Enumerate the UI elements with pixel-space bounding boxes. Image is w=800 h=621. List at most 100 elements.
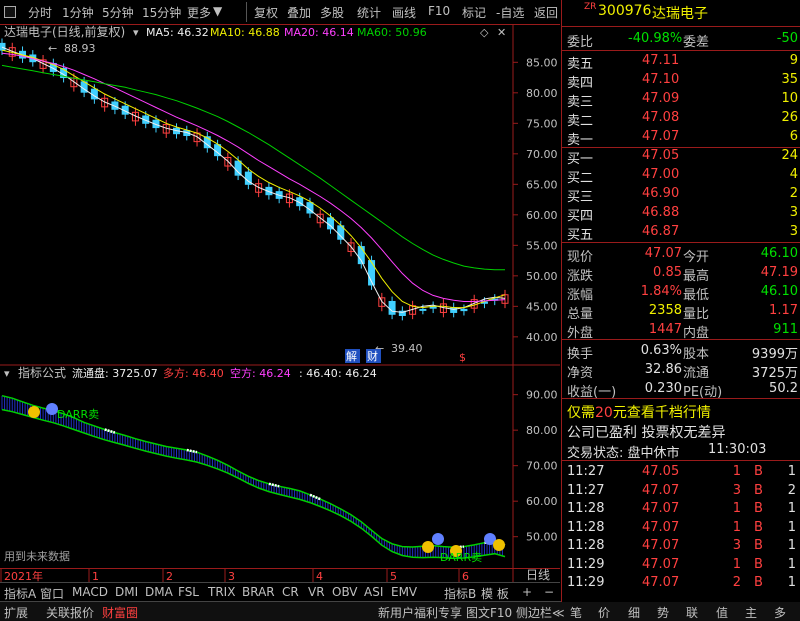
ask-label: 卖三 bbox=[567, 95, 594, 110]
btn-fuquan[interactable]: 复权 bbox=[254, 4, 278, 21]
ask-volume: 35 bbox=[781, 72, 798, 87]
tab-brar[interactable]: BRAR bbox=[242, 585, 275, 599]
tab-shi[interactable]: 势 bbox=[657, 604, 669, 621]
btn-biaoji[interactable]: 标记 bbox=[462, 4, 486, 21]
tick-price: 47.07 bbox=[642, 519, 680, 535]
high-marker: 88.93 bbox=[64, 42, 96, 55]
tab-duo[interactable]: 多 bbox=[774, 604, 786, 621]
tab-15min[interactable]: 15分钟 bbox=[142, 4, 181, 21]
tab-fsl[interactable]: FSL bbox=[178, 585, 199, 599]
btn-fanhui[interactable]: 返回 bbox=[534, 4, 558, 21]
toolbar-checkbox[interactable] bbox=[4, 6, 16, 18]
diamond-icon[interactable]: ◇ bbox=[480, 26, 489, 39]
tab-zhi[interactable]: 值 bbox=[716, 604, 728, 621]
btn-huaxian[interactable]: 画线 bbox=[392, 4, 416, 21]
y-tick-label: 50.00 bbox=[526, 270, 558, 283]
tab-indicator-a[interactable]: 指标A bbox=[4, 585, 36, 602]
tab-indicator-b[interactable]: 指标B bbox=[444, 585, 476, 602]
tab-obv[interactable]: OBV bbox=[332, 585, 358, 599]
bid-label: 买四 bbox=[567, 209, 594, 224]
candle-body bbox=[234, 160, 242, 176]
btn-duogu[interactable]: 多股 bbox=[320, 4, 344, 21]
weibi-label: 委比 bbox=[567, 35, 594, 50]
bid-row[interactable]: 买二 47.00 4 bbox=[562, 166, 800, 186]
weicha-value: -50 bbox=[776, 31, 798, 46]
tab-zhu[interactable]: 主 bbox=[745, 604, 757, 621]
x-axis: 2021年 1 2 3 4 5 6 日线 bbox=[0, 566, 560, 583]
tab-dmi[interactable]: DMI bbox=[115, 585, 138, 599]
tab-extend[interactable]: 扩展 bbox=[4, 604, 28, 621]
tab-template[interactable]: 模 板 bbox=[481, 585, 509, 602]
stat2-value: 50.2 bbox=[769, 381, 798, 396]
tag-dollar[interactable]: $ bbox=[459, 351, 466, 364]
btn-tongji[interactable]: 统计 bbox=[357, 4, 381, 21]
tab-5min[interactable]: 5分钟 bbox=[102, 4, 134, 21]
tab-asi[interactable]: ASI bbox=[364, 585, 383, 599]
tab-1min[interactable]: 1分钟 bbox=[62, 4, 94, 21]
tick-volume: 1 bbox=[732, 501, 741, 516]
tab-macd[interactable]: MACD bbox=[72, 585, 108, 599]
tab-bi[interactable]: 笔 bbox=[570, 604, 582, 621]
close-icon[interactable]: ✕ bbox=[497, 26, 506, 39]
ma20-label: MA20: 46.14 bbox=[284, 26, 354, 39]
ask-row[interactable]: 卖二 47.08 26 bbox=[562, 109, 800, 129]
candle-body bbox=[388, 300, 396, 315]
x-tick-label: 6 bbox=[462, 570, 469, 582]
promo-row[interactable]: 仅需20元查看千档行情 bbox=[562, 401, 800, 421]
stat-value: 0.85 bbox=[653, 265, 682, 280]
tab-jia[interactable]: 价 bbox=[598, 604, 610, 621]
btn-diejia[interactable]: 叠加 bbox=[287, 4, 311, 21]
ask-volume: 9 bbox=[789, 53, 798, 68]
tab-xi[interactable]: 细 bbox=[628, 604, 640, 621]
tab-lian[interactable]: 联 bbox=[686, 604, 698, 621]
ask-row[interactable]: 卖四 47.10 35 bbox=[562, 71, 800, 91]
tab-related-quote[interactable]: 关联报价 bbox=[46, 604, 94, 621]
stat2-value: 3725万 bbox=[751, 366, 798, 381]
tab-emv[interactable]: EMV bbox=[391, 585, 417, 599]
tick-row: 11:28 47.07 1 B 1 bbox=[562, 519, 800, 538]
stock-code: 300976 bbox=[598, 3, 652, 19]
tab-trix[interactable]: TRIX bbox=[208, 585, 235, 599]
weibi-row: 委比 -40.98% 委差 -50 bbox=[562, 30, 800, 50]
indicator-short: 空方: 46.24 bbox=[230, 366, 291, 380]
ask-row[interactable]: 卖三 47.09 10 bbox=[562, 90, 800, 110]
bid-row[interactable]: 买四 46.88 3 bbox=[562, 204, 800, 224]
ask-row[interactable]: 卖五 47.11 9 bbox=[562, 52, 800, 72]
tab-cr[interactable]: CR bbox=[282, 585, 299, 599]
bid-row[interactable]: 买五 46.87 3 bbox=[562, 223, 800, 243]
tick-side: B bbox=[754, 464, 763, 479]
chart-area[interactable]: 达瑞电子(日线,前复权) ▾ MA5: 46.32 MA10: 46.88 MA… bbox=[0, 24, 560, 568]
new-user-promo[interactable]: 新用户福利专享 bbox=[378, 604, 462, 621]
ask-row[interactable]: 卖一 47.07 6 bbox=[562, 128, 800, 148]
tab-dma[interactable]: DMA bbox=[145, 585, 173, 599]
tick-time: 11:28 bbox=[567, 501, 605, 516]
indicator-collapse-icon[interactable]: ▾ bbox=[4, 367, 10, 380]
tab-wealth-circle[interactable]: 财富圈 bbox=[102, 604, 138, 621]
btn-f10[interactable]: F10 bbox=[428, 4, 450, 18]
more-dropdown-icon[interactable]: ▼ bbox=[213, 4, 222, 18]
bid-row[interactable]: 买一 47.05 24 bbox=[562, 147, 800, 167]
btn-sidebar[interactable]: 侧边栏≪ bbox=[516, 604, 565, 621]
tick-count: 1 bbox=[787, 519, 796, 535]
period-label[interactable]: 日线 bbox=[526, 566, 550, 583]
tab-vr[interactable]: VR bbox=[308, 585, 325, 599]
zoom-in-button[interactable]: + bbox=[522, 585, 532, 599]
tab-more[interactable]: 更多 bbox=[187, 4, 211, 21]
bid-row[interactable]: 买三 46.90 2 bbox=[562, 185, 800, 205]
tick-volume: 2 bbox=[732, 575, 741, 590]
collapse-icon[interactable]: ▾ bbox=[133, 26, 139, 39]
main-y-axis: 85.00 80.00 75.00 70.00 65.00 60.00 55.00 50.00… bbox=[513, 56, 558, 344]
zoom-out-button[interactable]: − bbox=[544, 585, 554, 599]
y-tick-label: 90.00 bbox=[526, 389, 558, 402]
price-chart-svg[interactable]: 达瑞电子(日线,前复权) ▾ MA5: 46.32 MA10: 46.88 MA… bbox=[0, 24, 560, 568]
btn-zixuan[interactable]: -自选 bbox=[496, 4, 524, 21]
tag-cai[interactable]: 财 bbox=[367, 349, 378, 363]
indicator-text-darr-2: DARR卖 bbox=[440, 551, 482, 564]
y-tick-label: 40.00 bbox=[526, 331, 558, 344]
ask-volume: 6 bbox=[789, 129, 798, 144]
tag-jie[interactable]: 解 bbox=[346, 349, 357, 363]
btn-tuwen-f10[interactable]: 图文F10 bbox=[466, 604, 512, 621]
tab-window[interactable]: 窗口 bbox=[40, 585, 64, 602]
tab-fenshi[interactable]: 分时 bbox=[28, 4, 52, 21]
stat-label: 最低 bbox=[683, 288, 710, 303]
